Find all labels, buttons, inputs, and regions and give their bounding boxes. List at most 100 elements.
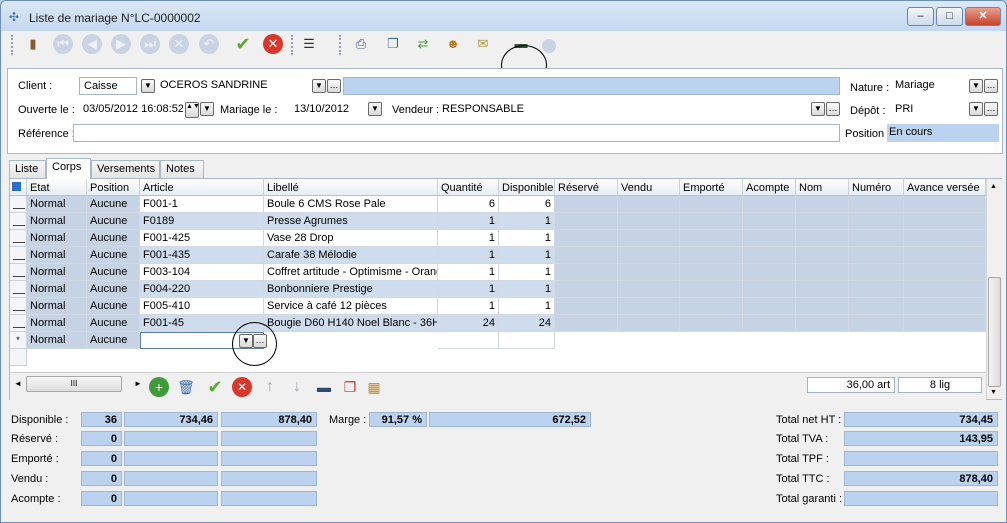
col-header-numero[interactable]: Numéro — [849, 179, 904, 196]
cell-empty[interactable] — [849, 196, 904, 213]
depot-select[interactable]: PRI — [891, 101, 967, 119]
cell-empty[interactable] — [555, 298, 618, 315]
table-row[interactable]: Normal Aucune F0189 Presse Agrumes 1 1 — [10, 213, 986, 230]
chevron-down-icon[interactable]: ▼ — [200, 102, 214, 116]
chevron-down-icon[interactable]: ▼ — [811, 102, 825, 116]
cell-quantite[interactable]: 1 — [438, 213, 499, 230]
cell-libelle[interactable]: Bougie D60 H140 Noel Blanc - 36H — [264, 315, 438, 332]
cell-etat[interactable]: Normal — [27, 230, 87, 247]
cell-empty[interactable] — [796, 315, 849, 332]
cell-disponible[interactable]: 6 — [499, 196, 555, 213]
table-row[interactable]: Normal Aucune F001-45 Bougie D60 H140 Noel … — [10, 315, 986, 332]
nature-select[interactable]: Mariage — [891, 77, 967, 95]
client-name-field[interactable]: OCEROS SANDRINE — [156, 77, 310, 95]
door-exit-icon[interactable]: ▮ — [23, 34, 43, 54]
people-icon[interactable]: ☻ — [443, 34, 463, 54]
col-header-nom[interactable]: Nom — [796, 179, 849, 196]
table-row[interactable]: Normal Aucune F003-104 Coffret artitude - O… — [10, 264, 986, 281]
hscroll-thumb[interactable]: III — [26, 376, 122, 392]
cell-empty[interactable] — [796, 264, 849, 281]
cell-disponible[interactable]: 1 — [499, 230, 555, 247]
client-browse-button[interactable]: … — [327, 79, 341, 93]
cell-empty[interactable] — [904, 230, 986, 247]
col-header-etat[interactable]: Etat — [27, 179, 87, 196]
cell-empty[interactable] — [499, 332, 555, 349]
cell-quantite[interactable]: 1 — [438, 281, 499, 298]
tab-notes[interactable]: Notes — [160, 160, 204, 178]
previous-record-icon[interactable]: ◀ — [82, 34, 102, 54]
cell-position[interactable]: Aucune — [87, 332, 140, 349]
cell-position[interactable]: Aucune — [87, 213, 140, 230]
cell-empty[interactable] — [849, 213, 904, 230]
cell-article[interactable]: F004-220 — [140, 281, 264, 298]
cell-article[interactable]: F001-425 — [140, 230, 264, 247]
cell-empty[interactable] — [680, 196, 743, 213]
cell-empty[interactable] — [743, 264, 796, 281]
cell-disponible[interactable]: 1 — [499, 264, 555, 281]
row-header[interactable] — [10, 264, 27, 281]
row-header[interactable] — [10, 315, 27, 332]
cell-empty[interactable] — [680, 230, 743, 247]
cell-libelle[interactable]: Service à café 12 pièces — [264, 298, 438, 315]
cell-empty[interactable] — [618, 196, 680, 213]
list-menu-icon[interactable]: ☰ — [299, 34, 319, 54]
cell-etat[interactable]: Normal — [27, 281, 87, 298]
cell-quantite[interactable]: 24 — [438, 315, 499, 332]
chevron-down-icon[interactable]: ▼ — [969, 102, 983, 116]
cell-empty[interactable] — [849, 315, 904, 332]
cell-empty[interactable] — [904, 264, 986, 281]
cell-empty[interactable] — [796, 281, 849, 298]
maximize-button[interactable]: □ — [936, 7, 963, 26]
cell-empty[interactable] — [555, 264, 618, 281]
col-header-article[interactable]: Article — [140, 179, 264, 196]
cell-quantite[interactable]: 1 — [438, 230, 499, 247]
cell-empty[interactable] — [743, 315, 796, 332]
tab-versements[interactable]: Versements — [91, 160, 160, 178]
col-header-emporte[interactable]: Emporté — [680, 179, 743, 196]
cell-position[interactable]: Aucune — [87, 281, 140, 298]
scroll-down-icon[interactable]: ▼ — [990, 389, 997, 396]
cell-empty[interactable] — [618, 264, 680, 281]
cell-empty[interactable] — [555, 196, 618, 213]
cell-disponible[interactable]: 1 — [499, 298, 555, 315]
ouverte-field[interactable]: 03/05/2012 16:08:52 — [79, 101, 183, 119]
cell-empty[interactable] — [743, 281, 796, 298]
validate-line-icon[interactable]: ✔ — [205, 377, 225, 397]
cell-empty[interactable] — [743, 196, 796, 213]
cell-libelle[interactable]: Presse Agrumes — [264, 213, 438, 230]
cell-position[interactable]: Aucune — [87, 247, 140, 264]
cell-empty[interactable] — [849, 264, 904, 281]
cell-position[interactable]: Aucune — [87, 315, 140, 332]
row-header[interactable] — [10, 230, 27, 247]
mariage-field[interactable]: 13/10/2012 — [290, 101, 360, 119]
table-row[interactable]: Normal Aucune F001-1 Boule 6 CMS Rose Pale 6… — [10, 196, 986, 213]
col-header-reserve[interactable]: Réservé — [555, 179, 618, 196]
row-header[interactable] — [10, 196, 27, 213]
cell-empty[interactable] — [618, 213, 680, 230]
transfer-icon[interactable]: ⇄ — [413, 34, 433, 54]
cell-empty[interactable] — [438, 332, 499, 349]
cell-disponible[interactable]: 1 — [499, 213, 555, 230]
cell-libelle[interactable]: Carafe 38 Mélodie — [264, 247, 438, 264]
row-header[interactable] — [10, 247, 27, 264]
scroll-left-icon[interactable]: ◄ — [14, 379, 22, 388]
minimize-button[interactable]: – — [907, 7, 934, 26]
cell-article[interactable]: F001-1 — [140, 196, 264, 213]
cell-empty[interactable] — [743, 247, 796, 264]
cell-libelle[interactable]: Boule 6 CMS Rose Pale — [264, 196, 438, 213]
depot-browse-button[interactable]: … — [984, 102, 998, 116]
grid-vertical-scrollbar[interactable]: ▲ ▼ — [986, 179, 1002, 399]
cell-empty[interactable] — [743, 298, 796, 315]
col-header-libelle[interactable]: Libellé — [264, 179, 438, 196]
col-header-position[interactable]: Position — [87, 179, 140, 196]
cell-empty[interactable] — [743, 230, 796, 247]
cell-position[interactable]: Aucune — [87, 264, 140, 281]
table-row[interactable]: Normal Aucune F001-425 Vase 28 Drop 1 1 — [10, 230, 986, 247]
cell-empty[interactable] — [849, 298, 904, 315]
cell-article[interactable]: F005-410 — [140, 298, 264, 315]
cell-empty[interactable] — [555, 315, 618, 332]
cell-disponible[interactable]: 24 — [499, 315, 555, 332]
client-type-select[interactable]: Caisse — [79, 77, 137, 95]
chevron-down-icon[interactable]: ▼ — [141, 79, 155, 93]
cell-etat[interactable]: Normal — [27, 315, 87, 332]
